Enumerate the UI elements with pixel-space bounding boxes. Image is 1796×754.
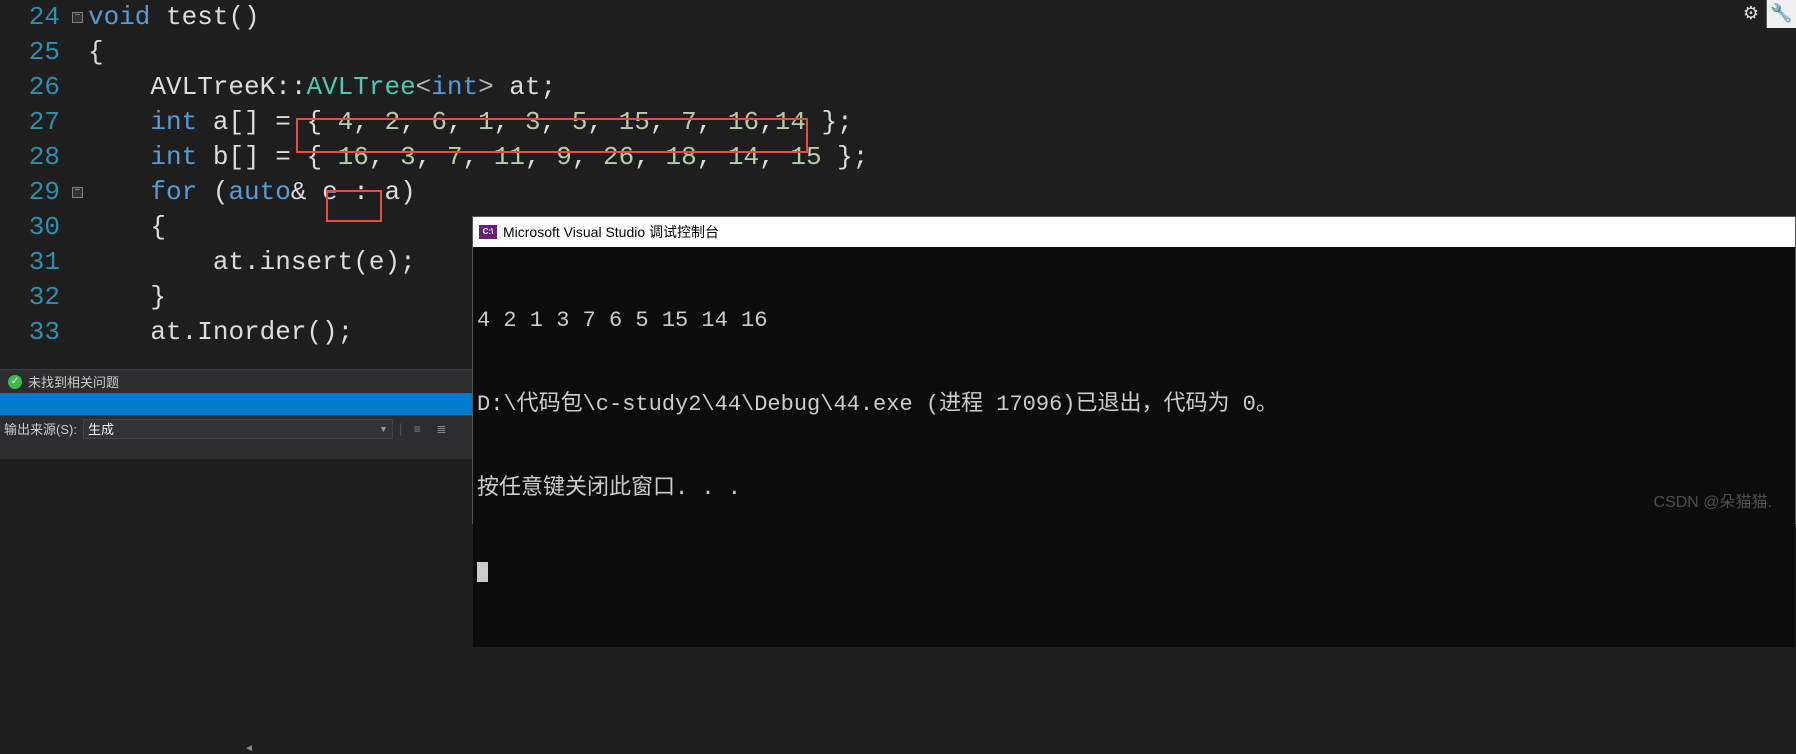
tool-icon-2[interactable]: ≣ — [432, 420, 450, 438]
watermark: CSDN @朵猫猫. — [1654, 488, 1772, 512]
console-title: Microsoft Visual Studio 调试控制台 — [503, 222, 719, 242]
line-number: 26 — [0, 70, 70, 105]
blue-bar — [0, 393, 472, 415]
code-line[interactable]: for (auto& e : a) — [88, 175, 1796, 210]
vs-icon: C:\ — [479, 225, 497, 239]
console-titlebar[interactable]: C:\ Microsoft Visual Studio 调试控制台 — [473, 217, 1795, 247]
output-row: 输出来源(S): 生成 ▼ | ≡ ≣ — [0, 415, 472, 441]
console-output-line: 4 2 1 3 7 6 5 15 14 16 — [477, 307, 1791, 335]
line-number: 29 — [0, 175, 70, 210]
cursor-icon — [477, 562, 488, 582]
fold-marker[interactable]: − — [72, 187, 83, 198]
gear-icon[interactable]: ⚙ — [1736, 0, 1766, 28]
line-number: 31 — [0, 245, 70, 280]
output-source-value: 生成 — [88, 419, 114, 438]
editor-top-right-icons: ⚙ 🔧 — [1736, 0, 1796, 30]
wrench-icon[interactable]: 🔧 — [1766, 0, 1796, 28]
chevron-down-icon: ▼ — [379, 424, 388, 434]
line-number: 30 — [0, 210, 70, 245]
status-row: ✓ 未找到相关问题 ◄ — [0, 370, 472, 393]
line-number: 33 — [0, 315, 70, 350]
console-prompt-line: 按任意键关闭此窗口. . . — [477, 475, 1791, 503]
bottom-panel: ✓ 未找到相关问题 ◄ 输出来源(S): 生成 ▼ | ≡ ≣ — [0, 369, 472, 459]
console-cursor-line — [477, 559, 1791, 587]
code-line[interactable]: AVLTreeK::AVLTree<int> at; — [88, 70, 1796, 105]
line-number: 27 — [0, 105, 70, 140]
code-line[interactable]: int b[] = { 16, 3, 7, 11, 9, 26, 18, 14,… — [88, 140, 1796, 175]
console-body: 4 2 1 3 7 6 5 15 14 16 D:\代码包\c-study2\4… — [473, 247, 1795, 647]
output-source-dropdown[interactable]: 生成 ▼ — [83, 419, 393, 439]
code-line[interactable]: { — [88, 35, 1796, 70]
output-source-label: 输出来源(S): — [4, 419, 77, 438]
check-icon: ✓ — [8, 375, 22, 389]
scroll-left-icon[interactable]: ◄ — [244, 743, 254, 754]
status-text: 未找到相关问题 — [28, 372, 119, 391]
console-exit-line: D:\代码包\c-study2\44\Debug\44.exe (进程 1709… — [477, 391, 1791, 419]
tool-icon-1[interactable]: ≡ — [408, 420, 426, 438]
fold-marker[interactable]: − — [72, 12, 83, 23]
line-number: 24 — [0, 0, 70, 35]
code-line[interactable]: int a[] = { 4, 2, 6, 1, 3, 5, 15, 7, 16,… — [88, 105, 1796, 140]
line-number: 25 — [0, 35, 70, 70]
line-number: 32 — [0, 280, 70, 315]
code-line[interactable]: void test() — [88, 0, 1796, 35]
line-number: 28 — [0, 140, 70, 175]
debug-console-window[interactable]: C:\ Microsoft Visual Studio 调试控制台 4 2 1 … — [472, 216, 1796, 524]
